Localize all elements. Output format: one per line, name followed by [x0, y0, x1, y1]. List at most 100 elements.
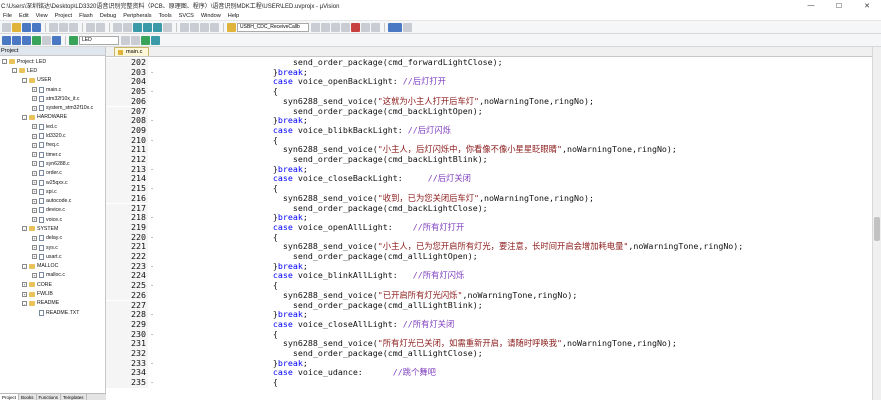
tab-project[interactable]: Project [0, 394, 20, 400]
collapse-icon[interactable]: - [22, 300, 27, 306]
menu-file[interactable]: File [0, 13, 16, 19]
unindent-icon[interactable] [190, 22, 199, 32]
tab-books[interactable]: Books [19, 394, 37, 400]
tree-item[interactable]: + main.c [0, 85, 105, 94]
fold-toggle-icon[interactable]: - [149, 310, 155, 320]
download-icon[interactable] [52, 35, 61, 45]
incremental-find-icon[interactable] [321, 22, 330, 32]
tree-item[interactable]: + syn6288.c [0, 159, 105, 168]
menu-edit[interactable]: Edit [16, 13, 33, 19]
new-file-icon[interactable] [2, 22, 11, 32]
tree-item[interactable]: - HARDWARE [0, 113, 105, 122]
redo-icon[interactable] [96, 22, 105, 32]
expand-icon[interactable]: + [32, 254, 37, 260]
breakpoint-icon[interactable] [341, 22, 350, 32]
fold-toggle-icon[interactable]: - [149, 68, 155, 78]
tree-item[interactable]: + order.c [0, 169, 105, 178]
nav-forward-icon[interactable] [123, 22, 132, 32]
translate-icon[interactable] [2, 35, 11, 45]
next-bookmark-icon[interactable] [153, 22, 162, 32]
expand-icon[interactable]: + [32, 189, 37, 195]
find-icon[interactable] [311, 22, 320, 32]
fold-toggle-icon[interactable]: - [149, 116, 155, 126]
menu-debug[interactable]: Debug [97, 13, 120, 19]
expand-icon[interactable]: + [32, 124, 37, 130]
menu-project[interactable]: Project [52, 13, 76, 19]
expand-icon[interactable]: + [22, 282, 27, 288]
close-button[interactable]: ✕ [853, 0, 881, 11]
tree-item[interactable]: README.TXT [0, 308, 105, 317]
paste-icon[interactable] [69, 22, 78, 32]
menu-tools[interactable]: Tools [156, 13, 176, 19]
expand-icon[interactable]: + [32, 152, 37, 158]
indent-icon[interactable] [180, 22, 189, 32]
build-icon[interactable] [12, 35, 21, 45]
expand-icon[interactable]: + [32, 180, 37, 185]
expand-icon[interactable]: + [32, 87, 37, 93]
maximize-button[interactable]: ☐ [825, 0, 853, 11]
collapse-icon[interactable]: - [22, 226, 27, 232]
expand-icon[interactable]: + [32, 170, 37, 176]
tree-item[interactable]: + autocode.c [0, 196, 105, 205]
collapse-icon[interactable]: - [2, 59, 7, 65]
fold-toggle-icon[interactable]: - [149, 184, 155, 194]
tree-item[interactable]: + sys.c [0, 243, 105, 252]
tree-item[interactable]: + device.c [0, 206, 105, 215]
menu-view[interactable]: View [33, 13, 52, 19]
tree-item[interactable]: - LED [0, 66, 105, 75]
config-icon[interactable] [403, 22, 412, 32]
comment-icon[interactable] [200, 22, 209, 32]
minimize-button[interactable]: — [797, 0, 825, 11]
menu-svcs[interactable]: SVCS [176, 13, 198, 19]
cut-icon[interactable] [49, 22, 58, 32]
insert-breakpoint-icon[interactable] [351, 22, 360, 32]
fold-toggle-icon[interactable]: - [149, 233, 155, 243]
menu-flash[interactable]: Flash [76, 13, 97, 19]
function-combo[interactable]: USBH_CDC_ReceiveCallb [237, 22, 309, 32]
tab-functions[interactable]: Functions [37, 394, 62, 400]
vertical-scrollbar[interactable] [872, 47, 881, 400]
tree-item[interactable]: - MALLOC [0, 262, 105, 271]
expand-icon[interactable]: + [32, 245, 37, 251]
rebuild-icon[interactable] [22, 35, 31, 45]
find-in-files-icon[interactable] [227, 22, 236, 32]
collapse-icon[interactable]: - [22, 263, 27, 269]
collapse-icon[interactable]: - [22, 77, 27, 83]
fold-toggle-icon[interactable]: - [149, 330, 155, 340]
debug-icon[interactable] [331, 22, 340, 32]
expand-icon[interactable]: + [32, 217, 37, 223]
batch-build-icon[interactable] [32, 35, 41, 45]
code-line[interactable]: 235- { [106, 377, 881, 388]
scrollbar-thumb[interactable] [874, 217, 880, 241]
tree-item[interactable]: - USER [0, 76, 105, 85]
tree-item[interactable]: - README [0, 299, 105, 308]
kill-breakpoints-icon[interactable] [371, 22, 380, 32]
expand-icon[interactable]: + [32, 272, 37, 278]
nav-back-icon[interactable] [113, 22, 122, 32]
fold-toggle-icon[interactable]: - [149, 262, 155, 272]
tree-item[interactable]: + ld3320.c [0, 131, 105, 140]
target-options-icon[interactable] [121, 35, 130, 45]
tree-item[interactable]: + spi.c [0, 187, 105, 196]
tree-item[interactable]: + voice.c [0, 215, 105, 224]
undo-icon[interactable] [86, 22, 95, 32]
save-icon[interactable] [22, 22, 31, 32]
manage-run-time-icon[interactable] [141, 35, 150, 45]
fold-toggle-icon[interactable]: - [149, 213, 155, 223]
tree-item[interactable]: + usart.c [0, 252, 105, 261]
collapse-icon[interactable]: - [22, 114, 27, 120]
expand-icon[interactable]: + [32, 161, 37, 167]
tree-item[interactable]: + w25qxx.c [0, 178, 105, 187]
tree-item[interactable]: + delay.c [0, 234, 105, 243]
fold-toggle-icon[interactable]: - [149, 281, 155, 291]
tree-item[interactable]: + freq.c [0, 141, 105, 150]
expand-icon[interactable]: + [32, 207, 37, 213]
tree-item[interactable]: + CORE [0, 280, 105, 289]
tree-item[interactable]: + led.c [0, 122, 105, 131]
save-all-icon[interactable] [32, 22, 41, 32]
tree-item[interactable]: - Project: LED [0, 57, 105, 66]
tree-item[interactable]: + stm32f10x_it.c [0, 94, 105, 103]
menu-peripherals[interactable]: Peripherals [120, 13, 155, 19]
fold-toggle-icon[interactable]: - [149, 136, 155, 146]
expand-icon[interactable]: + [32, 133, 37, 139]
